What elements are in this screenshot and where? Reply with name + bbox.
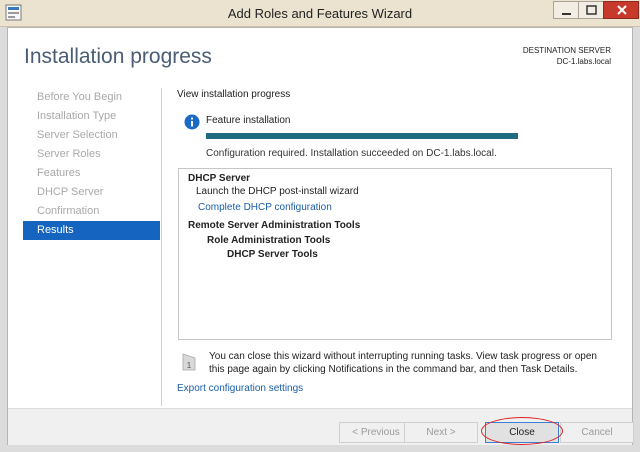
maximize-icon [586,5,597,15]
result-launch-wizard: Launch the DHCP post-install wizard [196,186,359,197]
wizard-nav: Before You Begin Installation Type Serve… [23,88,160,240]
button-bar: < Previous Next > Close Cancel [8,408,634,445]
destination-label: DESTINATION SERVER [522,46,611,55]
minimize-icon [562,13,571,15]
nav-item-before-you-begin[interactable]: Before You Begin [23,88,160,107]
export-configuration-settings-link[interactable]: Export configuration settings [177,383,303,394]
results-panel: DHCP Server Launch the DHCP post-install… [178,168,612,340]
maximize-button[interactable] [578,1,604,19]
wizard-frame: Installation progress DESTINATION SERVER… [7,27,634,445]
installation-status: Configuration required. Installation suc… [206,148,497,159]
nav-item-installation-type[interactable]: Installation Type [23,107,160,126]
cancel-button[interactable]: Cancel [560,422,634,443]
info-icon [184,114,200,130]
previous-button[interactable]: < Previous [339,422,413,443]
nav-item-confirmation[interactable]: Confirmation [23,202,160,221]
title-bar: Add Roles and Features Wizard [0,0,640,27]
result-dhcp-server-tools: DHCP Server Tools [227,249,318,260]
result-role-administration-tools: Role Administration Tools [207,235,331,246]
nav-divider [161,88,162,406]
nav-item-server-selection[interactable]: Server Selection [23,126,160,145]
nav-item-features[interactable]: Features [23,164,160,183]
page-title: Installation progress [24,45,212,68]
progress-fill [206,133,518,139]
close-button-annotation-circle [481,417,563,445]
result-rsat: Remote Server Administration Tools [188,220,361,231]
destination-server: DESTINATION SERVER DC-1.labs.local [523,45,611,67]
nav-item-server-roles[interactable]: Server Roles [23,145,160,164]
nav-item-results[interactable]: Results [23,221,160,240]
feature-installation-label: Feature installation [206,115,291,126]
result-dhcp-server: DHCP Server [188,173,251,184]
note-icon-number: 1 [187,361,192,370]
installation-progress-bar [206,133,518,139]
next-button[interactable]: Next > [404,422,478,443]
section-header: View installation progress [177,89,291,100]
window-title: Add Roles and Features Wizard [227,6,413,21]
close-icon [617,5,627,15]
window-close-button[interactable] [603,1,639,19]
close-wizard-note: You can close this wizard without interr… [209,351,597,375]
complete-dhcp-configuration-link[interactable]: Complete DHCP configuration [198,202,332,213]
destination-server-name: DC-1.labs.local [556,57,611,66]
minimize-button[interactable] [553,1,579,19]
nav-item-dhcp-server[interactable]: DHCP Server [23,183,160,202]
flag-note-icon: 1 [182,353,196,371]
